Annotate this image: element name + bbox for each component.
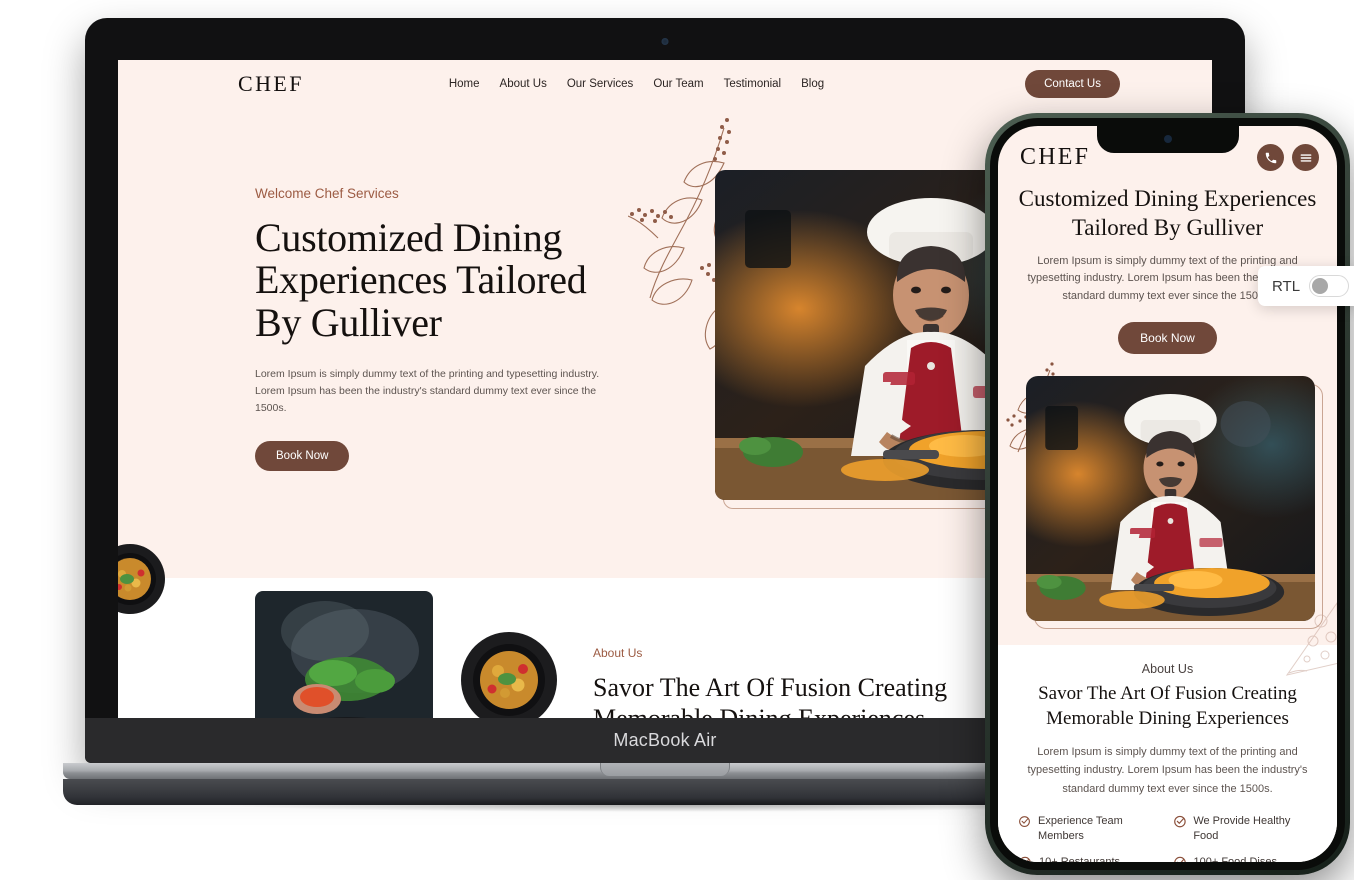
hero-eyebrow: Welcome Chef Services [255,186,399,201]
front-camera-icon [1163,135,1172,143]
feature-item: 100+ Food Dises [1173,855,1318,862]
check-circle-icon [1173,857,1186,862]
feature-label: We Provide Healthy Food [1193,814,1291,842]
nav-item-testimonial[interactable]: Testimonial [724,78,782,90]
mobile-hero-chef-image [1026,375,1315,621]
hero-paragraph: Lorem Ipsum is simply dummy text of the … [255,368,600,415]
hero-book-now-button[interactable]: Book Now [255,441,350,472]
mobile-about-heading: Savor The Art Of Fusion Creating Memorab… [1038,682,1297,729]
phone-icon[interactable] [1257,144,1284,171]
nav-item-about-us[interactable]: About Us [500,78,547,90]
pizza-slice-decoration [1285,602,1337,676]
about-bowl-image [460,631,558,729]
check-circle-icon [1173,815,1186,828]
feature-label: 100+ Food Dises [1194,855,1277,862]
rtl-switch-knob [1312,278,1329,294]
composite-mockup-scene: CHEF Home About Us Our Services Our Team… [0,0,1354,880]
desktop-navbar: CHEF Home About Us Our Services Our Team… [118,60,1212,108]
feature-item: Experience Team Members [1018,814,1163,844]
rtl-toggle-widget[interactable]: RTL [1258,266,1354,306]
mobile-hero-image-wrap [1006,362,1323,629]
phone-notch [1096,126,1239,153]
hamburger-menu-icon[interactable] [1292,144,1319,171]
mobile-about-eyebrow: About Us [1141,661,1194,676]
nav-item-blog[interactable]: Blog [801,78,824,90]
feature-label: 10+ Restaurants [1039,855,1120,862]
desktop-nav-menu: Home About Us Our Services Our Team Test… [449,78,824,90]
check-circle-icon [1019,815,1030,827]
mobile-about-paragraph: Lorem Ipsum is simply dummy text of the … [1027,746,1308,795]
mobile-nav-icons [1257,144,1319,171]
mobile-logo[interactable]: CHEF [1020,144,1090,171]
iphone-device: CHEF Customized Dining Experiences Tailo… [985,113,1350,875]
macbook-lid-notch [600,763,730,776]
webcam-icon [661,38,669,45]
nav-item-home[interactable]: Home [449,78,480,90]
overflow-food-bowl-image [118,543,166,615]
mobile-hero-section: Customized Dining Experiences Tailored B… [998,171,1337,354]
mobile-book-now-button[interactable]: Book Now [1118,321,1217,354]
desktop-hero-text: Welcome Chef Services Customized Dining … [255,186,630,472]
mobile-hero-heading: Customized Dining Experiences Tailored B… [1018,186,1317,240]
feature-item: 10+ Restaurants [1018,855,1163,862]
rtl-switch[interactable] [1309,275,1350,297]
mobile-about-section: About Us Savor The Art Of Fusion Creatin… [998,602,1337,862]
feature-label: Experience Team Members [1038,814,1123,842]
contact-us-button[interactable]: Contact Us [1025,70,1120,98]
mobile-feature-list: Experience Team Members We Provide Healt… [1018,814,1317,862]
nav-item-our-team[interactable]: Our Team [653,78,703,90]
feature-item: We Provide Healthy Food [1173,814,1318,844]
hero-heading: Customized Dining Experiences Tailored B… [255,215,587,345]
phone-screen: CHEF Customized Dining Experiences Tailo… [998,126,1337,862]
rtl-label: RTL [1272,277,1301,295]
check-circle-icon [1019,857,1031,862]
desktop-logo[interactable]: CHEF [238,71,304,97]
nav-item-our-services[interactable]: Our Services [567,78,633,90]
